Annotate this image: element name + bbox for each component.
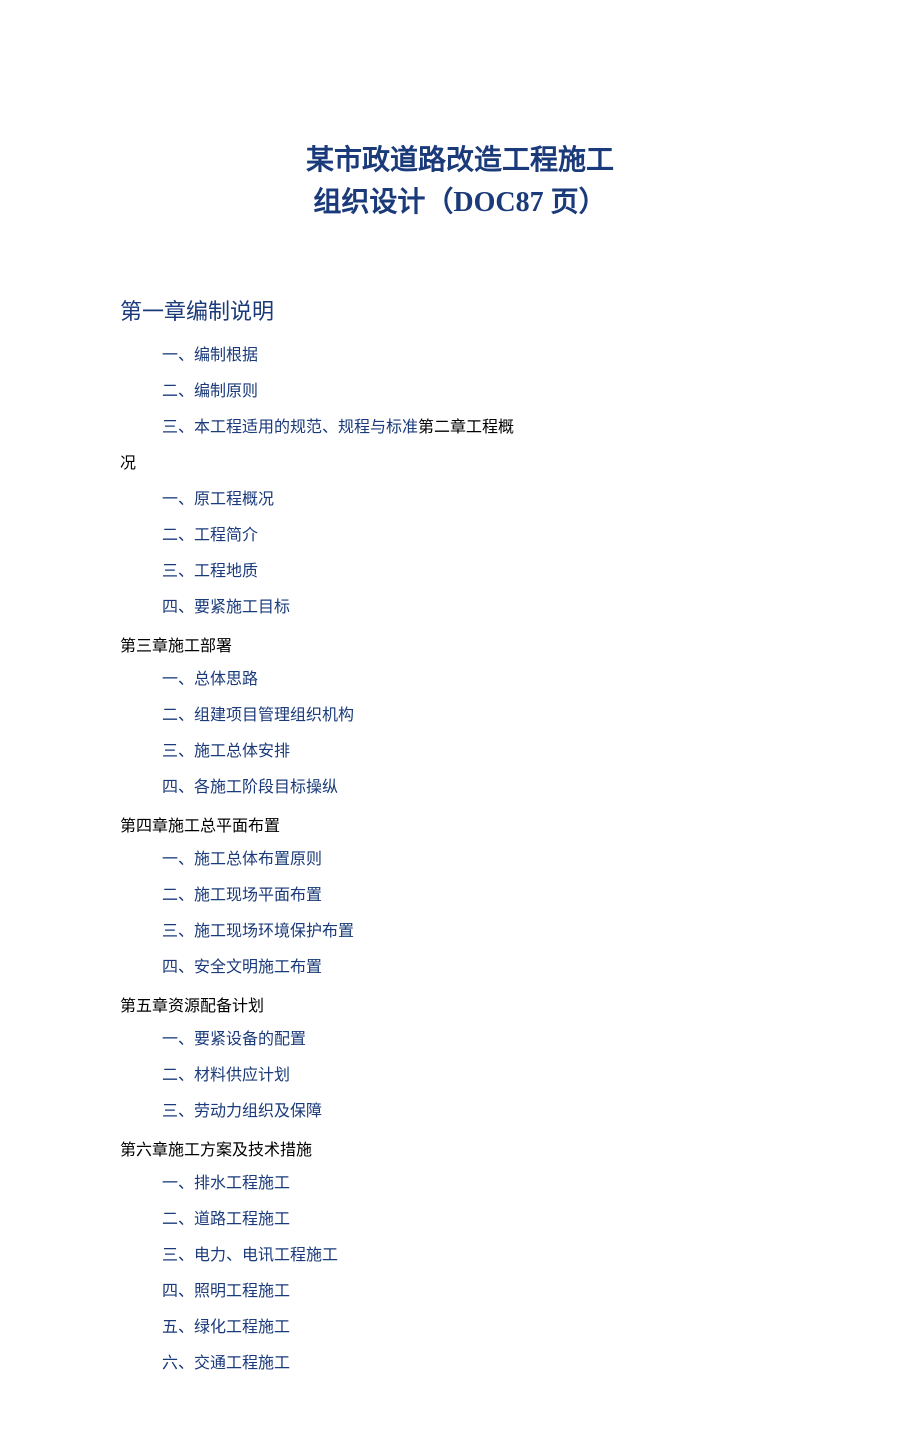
toc-item: 三、劳动力组织及保障 <box>120 1100 800 1124</box>
toc-link[interactable]: 二、道路工程施工 <box>162 1211 290 1228</box>
toc-item: 一、原工程概况 <box>120 488 800 512</box>
title-line-2-post: 页） <box>544 187 607 218</box>
title-line-1: 某市政道路改造工程施工 <box>306 145 614 176</box>
toc-item: 六、交通工程施工 <box>120 1352 800 1376</box>
toc-item: 四、安全文明施工布置 <box>120 956 800 980</box>
toc-item: 四、照明工程施工 <box>120 1280 800 1304</box>
chapter-3-heading: 第三章施工部署 <box>120 632 800 656</box>
chapter-2-heading-inline: 第二章工程概 <box>418 419 514 436</box>
toc-item: 二、施工现场平面布置 <box>120 884 800 908</box>
toc-link[interactable]: 三、工程地质 <box>162 563 258 580</box>
title-line-2-pre: 组织设计（ <box>313 187 453 218</box>
toc-item: 一、施工总体布置原则 <box>120 848 800 872</box>
toc-link[interactable]: 一、排水工程施工 <box>162 1175 290 1192</box>
toc-link[interactable]: 四、安全文明施工布置 <box>162 959 322 976</box>
document-page: 某市政道路改造工程施工 组织设计（DOC87 页） 第一章编制说明 一、编制根据… <box>0 0 920 1448</box>
toc-link[interactable]: 五、绿化工程施工 <box>162 1319 290 1336</box>
toc-item: 三、电力、电讯工程施工 <box>120 1244 800 1268</box>
toc-item: 一、要紧设备的配置 <box>120 1028 800 1052</box>
toc-link[interactable]: 一、编制根据 <box>162 347 258 364</box>
toc-item: 二、材料供应计划 <box>120 1064 800 1088</box>
toc-item: 一、总体思路 <box>120 668 800 692</box>
toc-item: 二、工程简介 <box>120 524 800 548</box>
toc-item: 三、本工程适用的规范、规程与标准第二章工程概 <box>120 416 800 440</box>
toc-link[interactable]: 一、原工程概况 <box>162 491 274 508</box>
toc-item: 二、道路工程施工 <box>120 1208 800 1232</box>
toc-item: 一、排水工程施工 <box>120 1172 800 1196</box>
toc-item: 五、绿化工程施工 <box>120 1316 800 1340</box>
title-doc-ref: DOC87 <box>453 187 543 218</box>
toc-link[interactable]: 二、材料供应计划 <box>162 1067 290 1084</box>
document-title: 某市政道路改造工程施工 组织设计（DOC87 页） <box>120 140 800 224</box>
toc-item: 二、组建项目管理组织机构 <box>120 704 800 728</box>
toc-link[interactable]: 三、本工程适用的规范、规程与标准 <box>162 419 418 436</box>
toc-link[interactable]: 二、工程简介 <box>162 527 258 544</box>
wrap-continuation: 况 <box>120 452 800 476</box>
chapter-4-heading: 第四章施工总平面布置 <box>120 812 800 836</box>
wrap-text: 况 <box>120 455 136 472</box>
toc-item: 四、要紧施工目标 <box>120 596 800 620</box>
toc-link[interactable]: 六、交通工程施工 <box>162 1355 290 1372</box>
toc-link[interactable]: 一、要紧设备的配置 <box>162 1031 306 1048</box>
toc-link[interactable]: 三、施工现场环境保护布置 <box>162 923 354 940</box>
chapter-1-heading: 第一章编制说明 <box>120 294 800 326</box>
toc-link[interactable]: 四、要紧施工目标 <box>162 599 290 616</box>
toc-link[interactable]: 二、编制原则 <box>162 383 258 400</box>
toc-link[interactable]: 三、劳动力组织及保障 <box>162 1103 322 1120</box>
chapter-5-heading: 第五章资源配备计划 <box>120 992 800 1016</box>
toc-link[interactable]: 一、总体思路 <box>162 671 258 688</box>
chapter-6-heading: 第六章施工方案及技术措施 <box>120 1136 800 1160</box>
toc-link[interactable]: 二、施工现场平面布置 <box>162 887 322 904</box>
toc-link[interactable]: 四、各施工阶段目标操纵 <box>162 779 338 796</box>
toc-link[interactable]: 三、电力、电讯工程施工 <box>162 1247 338 1264</box>
toc-link[interactable]: 二、组建项目管理组织机构 <box>162 707 354 724</box>
toc-item: 一、编制根据 <box>120 344 800 368</box>
toc-item: 三、施工总体安排 <box>120 740 800 764</box>
toc-item: 二、编制原则 <box>120 380 800 404</box>
toc-item: 四、各施工阶段目标操纵 <box>120 776 800 800</box>
toc-link[interactable]: 一、施工总体布置原则 <box>162 851 322 868</box>
toc-link[interactable]: 四、照明工程施工 <box>162 1283 290 1300</box>
toc-link[interactable]: 三、施工总体安排 <box>162 743 290 760</box>
toc-item: 三、工程地质 <box>120 560 800 584</box>
toc-item: 三、施工现场环境保护布置 <box>120 920 800 944</box>
